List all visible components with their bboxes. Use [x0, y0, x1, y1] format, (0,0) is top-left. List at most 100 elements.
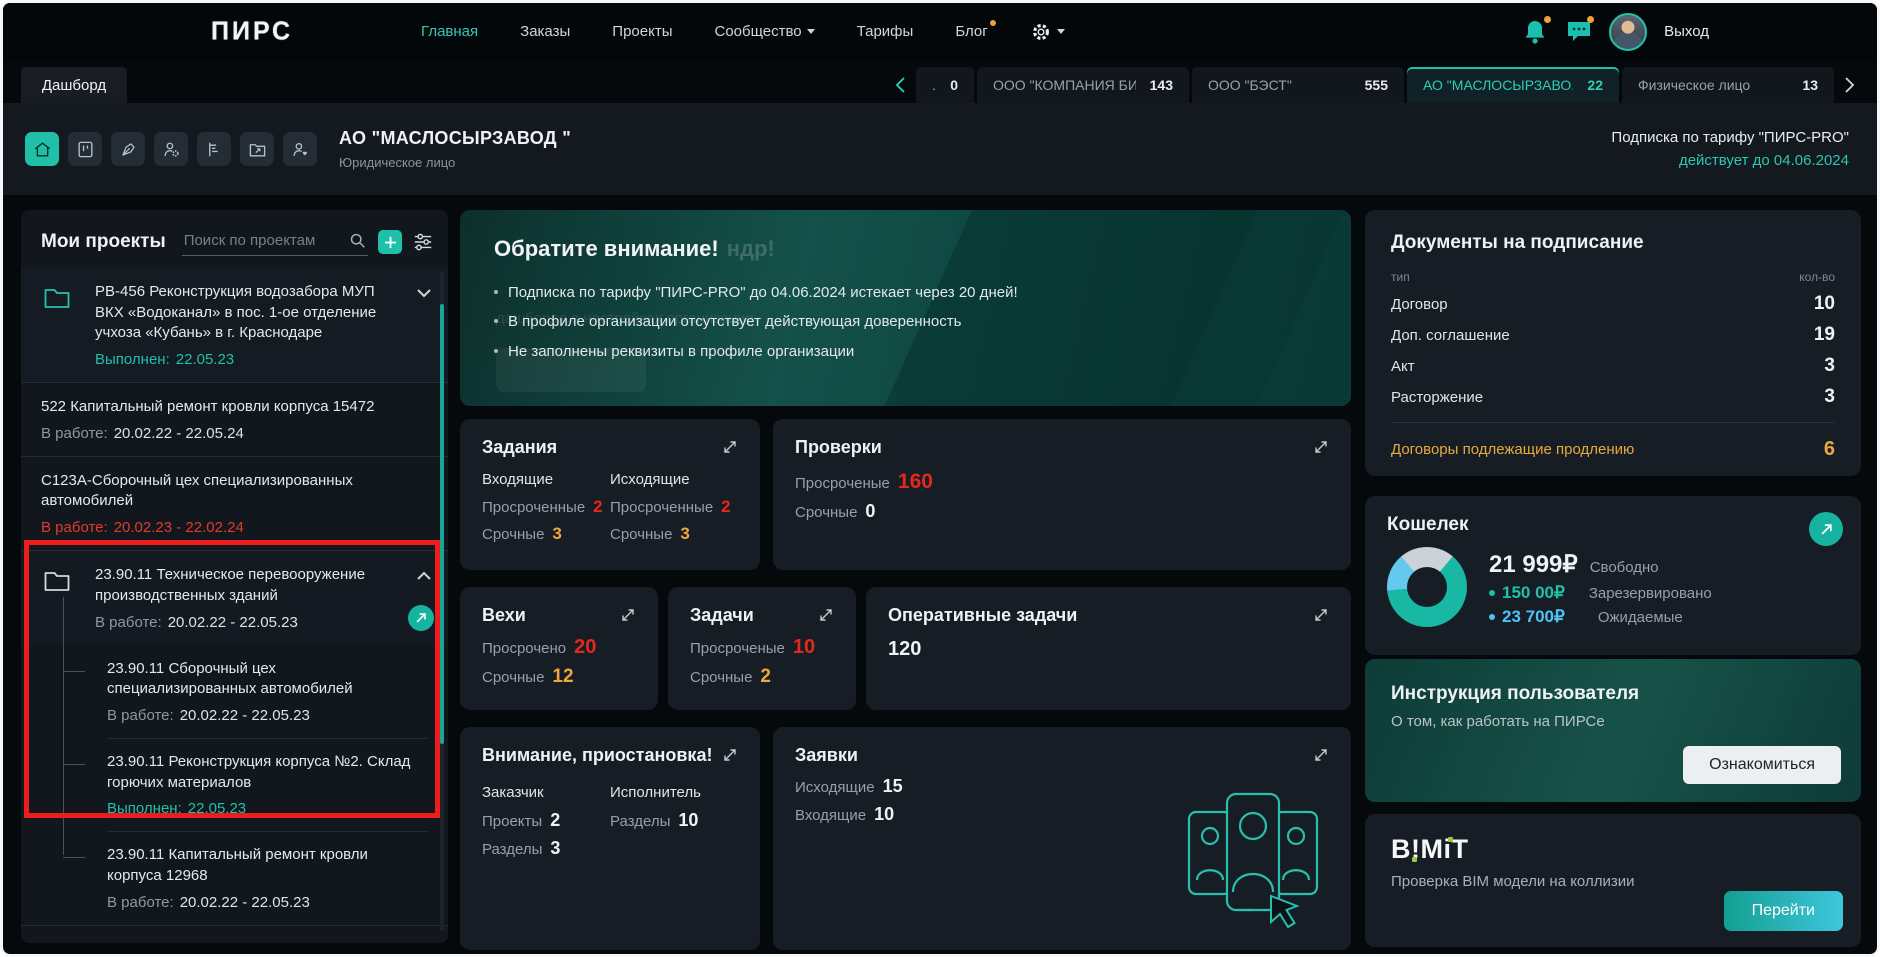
toolbar-home-button[interactable] — [25, 132, 59, 166]
toolbar-pen-button[interactable] — [111, 132, 145, 166]
chevron-up-icon[interactable] — [416, 571, 432, 581]
notice-item: Подписка по тарифу "ПИРС-PRO" до 04.06.2… — [494, 278, 1317, 307]
toolbar-board-button[interactable] — [68, 132, 102, 166]
nav-item-blog[interactable]: Блог — [955, 23, 987, 40]
col-header-count: кол-во — [1799, 270, 1835, 284]
project-item-vodozabor[interactable]: Реконструкция водозабора МУП ВКХ «Водока… — [21, 925, 448, 943]
child-project-roof[interactable]: 23.90.11 Капитальный ремонт кровли корпу… — [21, 831, 448, 924]
settings-gear-menu[interactable] — [1030, 21, 1065, 43]
renewal-row[interactable]: Договоры подлежащие продлению 6 — [1391, 438, 1835, 461]
pen-icon — [119, 140, 138, 159]
expand-icon[interactable] — [1313, 747, 1329, 763]
wallet-open-button[interactable] — [1809, 512, 1843, 546]
legend-dot — [1489, 614, 1495, 620]
add-project-button[interactable] — [378, 230, 402, 254]
dashboard-main: дашборде в настройках организации Обрати… — [460, 210, 1351, 950]
filter-sliders-icon — [412, 232, 434, 252]
expand-icon[interactable] — [620, 607, 636, 623]
subscription-text: Подписка по тарифу "ПИРС-PRO" — [1611, 129, 1849, 146]
ghost-text: ндр! — [727, 236, 775, 261]
user-heart-icon — [291, 140, 310, 159]
child-project-assembly[interactable]: 23.90.11 Сборочный цех специализированны… — [21, 645, 448, 738]
nav-item-community[interactable]: Сообщество — [714, 23, 814, 40]
tab-company-best[interactable]: ООО "БЭСТ" 555 — [1192, 67, 1404, 103]
scrollbar-thumb[interactable] — [440, 304, 444, 744]
notice-list: Подписка по тарифу "ПИРС-PRO" до 04.06.2… — [494, 278, 1317, 366]
card-title: Заявки — [795, 745, 858, 766]
card-operational-tasks: Оперативные задачи 120 — [866, 587, 1351, 710]
tab-dashboard[interactable]: Дашборд — [21, 67, 127, 103]
project-item-522[interactable]: 522 Капитальный ремонт кровли корпуса 15… — [21, 382, 448, 456]
toolbar-structure-button[interactable] — [197, 132, 231, 166]
nav-item-tariffs[interactable]: Тарифы — [857, 23, 914, 40]
wallet-donut-chart — [1387, 547, 1467, 627]
logout-button[interactable]: Выход — [1664, 23, 1709, 40]
project-list: РВ-456 Реконструкция водозабора МУП ВКХ … — [21, 268, 448, 943]
arrow-up-right-icon — [415, 612, 427, 624]
project-item-rv456[interactable]: РВ-456 Реконструкция водозабора МУП ВКХ … — [21, 268, 448, 382]
expand-icon[interactable] — [1313, 439, 1329, 455]
app-frame: ПИРС Главная Заказы Проекты Сообщество Т… — [0, 0, 1880, 957]
card-title: Документы на подписание — [1391, 232, 1835, 254]
sidebar-title: Мои проекты — [41, 231, 166, 253]
chevron-left-icon — [894, 76, 906, 94]
toolbar-shared-folder-button[interactable] — [240, 132, 274, 166]
card-title: Кошелек — [1387, 514, 1839, 536]
card-suspension: Внимание, приостановка! Заказчик Проекты… — [460, 727, 760, 950]
folder-share-icon — [248, 140, 267, 159]
notifications-button[interactable] — [1523, 19, 1549, 45]
notification-dot — [990, 20, 996, 26]
toolbar-user-settings-button[interactable] — [154, 132, 188, 166]
chevron-down-icon — [1057, 29, 1065, 34]
tab-company-collapsed[interactable]: ... 0 — [916, 67, 974, 103]
expand-icon[interactable] — [1313, 607, 1329, 623]
project-item-239011-group[interactable]: 23.90.11 Техническое перевооружение прои… — [21, 550, 448, 644]
messages-button[interactable] — [1566, 19, 1592, 45]
tabs-scroll-left[interactable] — [887, 67, 913, 103]
filter-button[interactable] — [412, 232, 434, 252]
structure-list-icon — [205, 140, 224, 159]
search-input[interactable] — [182, 228, 368, 256]
card-bimit: B!MiT Проверка BIM модели на коллизии Пе… — [1365, 814, 1861, 947]
chevron-down-icon[interactable] — [416, 288, 432, 298]
card-requests: Заявки Исходящие15 Входящие10 — [773, 727, 1351, 950]
plus-icon — [384, 236, 397, 249]
divider — [1391, 422, 1835, 423]
logo-dot — [1412, 857, 1417, 862]
tabs-scroll-right[interactable] — [1837, 67, 1863, 103]
doc-row: Доп. соглашение19 — [1391, 324, 1835, 346]
toolbar-contacts-button[interactable] — [283, 132, 317, 166]
wallet-reserved-row: 150 00₽Зарезервировано — [1489, 583, 1712, 603]
card-issues: Задачи Просроченые10 Срочные2 — [668, 587, 856, 710]
project-item-s123a[interactable]: С123А-Сборочный цех специализированных а… — [21, 456, 448, 550]
operational-count: 120 — [888, 638, 1329, 661]
tab-company-bi[interactable]: ООО "КОМПАНИЯ БИ... 143 — [977, 67, 1189, 103]
nav-item-home[interactable]: Главная — [421, 23, 478, 40]
tab-individual[interactable]: Физическое лицо 13 — [1622, 67, 1834, 103]
arrow-up-right-icon — [1820, 523, 1833, 536]
user-gear-icon — [162, 140, 181, 159]
notice-item: Не заполнены реквизиты в профиле организ… — [494, 337, 1317, 366]
notice-banner: дашборде в настройках организации Обрати… — [460, 210, 1351, 406]
expand-icon[interactable] — [818, 607, 834, 623]
company-tabs: ... 0 ООО "КОМПАНИЯ БИ... 143 ООО "БЭСТ"… — [887, 67, 1863, 103]
expand-icon[interactable] — [722, 747, 738, 763]
expand-icon[interactable] — [722, 439, 738, 455]
open-project-button[interactable] — [408, 605, 434, 631]
card-checks: Проверки Просроченые160 Срочные0 — [773, 419, 1351, 570]
user-avatar[interactable] — [1609, 13, 1647, 51]
child-project-warehouse[interactable]: 23.90.11 Реконструкция корпуса №2. Склад… — [21, 738, 448, 831]
wallet-free-row: 21 999₽Свободно — [1489, 550, 1712, 579]
pirs-logo[interactable]: ПИРС — [211, 16, 293, 46]
nav-item-projects[interactable]: Проекты — [612, 23, 672, 40]
card-title: Внимание, приостановка! — [482, 745, 712, 766]
card-title: Задачи — [690, 605, 754, 626]
nav-item-orders[interactable]: Заказы — [520, 23, 570, 40]
folder-icon — [43, 286, 71, 310]
bimit-go-button[interactable]: Перейти — [1724, 891, 1843, 931]
tab-company-maslosyrzavod[interactable]: АО "МАСЛОСЫРЗАВО... 22 — [1407, 67, 1619, 103]
instruction-read-button[interactable]: Ознакомиться — [1683, 746, 1841, 784]
doc-row: Расторжение3 — [1391, 386, 1835, 408]
legend-dot — [1489, 590, 1495, 596]
gear-icon — [1030, 21, 1052, 43]
